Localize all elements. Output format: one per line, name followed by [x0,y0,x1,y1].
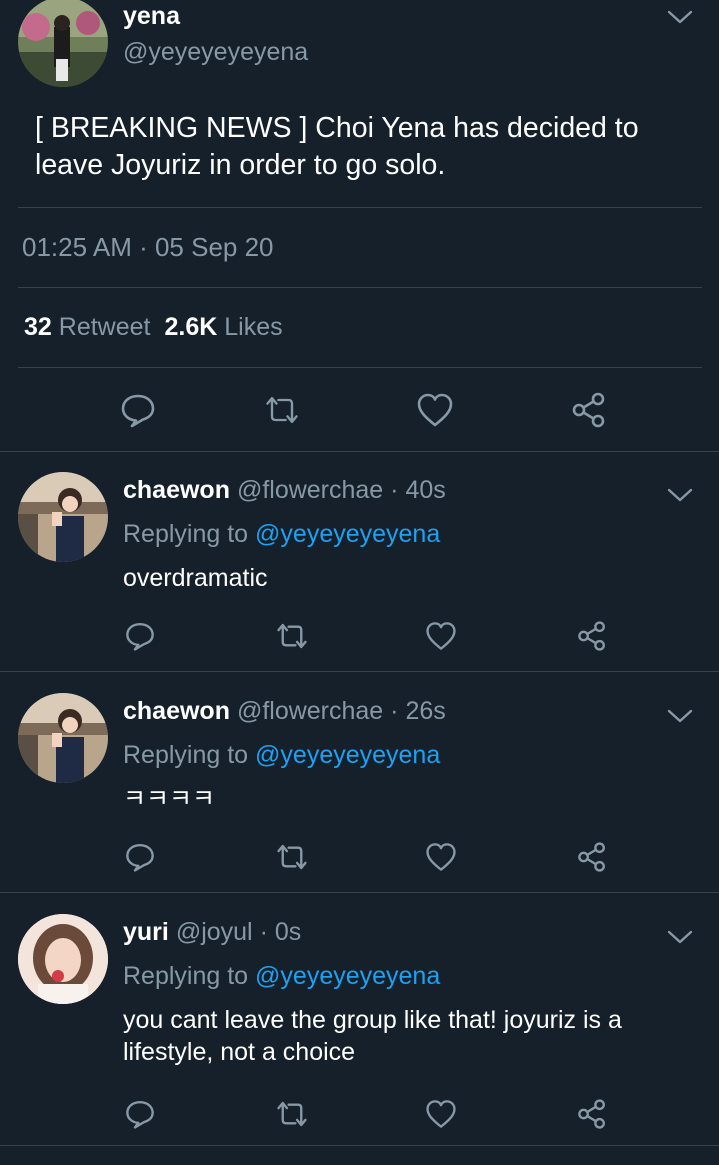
author-name[interactable]: chaewon [123,697,230,725]
replying-to-link[interactable]: @yeyeyeyeyena [255,741,440,769]
author-name[interactable]: chaewon [123,476,230,504]
retweet-label: Retweet [58,313,151,341]
share-icon[interactable] [572,616,612,656]
retweet-icon[interactable] [272,616,312,656]
share-icon[interactable] [572,837,612,877]
replying-to-link[interactable]: @yeyeyeyeyena [255,962,440,990]
chevron-down-icon[interactable] [666,486,694,504]
heart-icon[interactable] [421,837,461,877]
retweet-count: 32 [24,313,52,341]
reply-header: chaewon @flowerchae · 26s [123,697,446,726]
author-handle[interactable]: @flowerchae [237,697,383,725]
author-name[interactable]: yena [123,2,180,31]
retweet-icon[interactable] [262,390,302,430]
reply-tweet[interactable]: yuri @joyul · 0s Replying to @yeyeyeyeye… [0,894,719,1146]
avatar[interactable] [18,0,108,87]
tweet-text: [ BREAKING NEWS ] Choi Yena has decided … [35,112,639,181]
main-tweet: yena @yeyeyeyeyena [ BREAKING NEWS ] Cho… [0,0,719,452]
reply-tweet[interactable]: chaewon @flowerchae · 26s Replying to @y… [0,673,719,893]
heart-icon[interactable] [421,616,461,656]
replying-prefix: Replying to [123,520,249,548]
retweet-stat[interactable]: 32 Retweet [24,313,150,341]
avatar[interactable] [18,914,108,1004]
chevron-down-icon[interactable] [666,8,694,26]
author-handle[interactable]: @joyul [176,918,253,946]
replying-to: Replying to @yeyeyeyeyena [123,741,440,770]
like-count: 2.6K [164,313,218,341]
reply-header: chaewon @flowerchae · 40s [123,476,446,505]
replying-prefix: Replying to [123,741,249,769]
chevron-down-icon[interactable] [666,707,694,725]
reply-tweet[interactable]: chaewon @flowerchae · 40s Replying to @y… [0,452,719,672]
reply-actions [0,616,719,656]
author-handle[interactable]: @flowerchae [237,476,383,504]
avatar[interactable] [18,693,108,783]
like-stat[interactable]: 2.6K Likes [164,313,282,341]
reply-icon[interactable] [120,837,160,877]
reply-time: · 26s [390,697,446,725]
retweet-icon[interactable] [272,1094,312,1134]
reply-time: · 40s [390,476,446,504]
reply-text: ㅋㅋㅋㅋ [123,785,216,813]
reply-header: yuri @joyul · 0s [123,918,301,947]
heart-icon[interactable] [421,1094,461,1134]
replying-to: Replying to @yeyeyeyeyena [123,520,440,549]
retweet-icon[interactable] [272,837,312,877]
divider [18,287,702,288]
reply-actions [0,837,719,877]
tweet-stats: 32 Retweet 2.6K Likes [24,313,283,342]
avatar[interactable] [18,472,108,562]
reply-actions [0,1094,719,1134]
share-icon[interactable] [569,390,609,430]
replying-prefix: Replying to [123,962,249,990]
divider [18,207,702,208]
author-name[interactable]: yuri [123,918,169,946]
chevron-down-icon[interactable] [666,928,694,946]
author-handle[interactable]: @yeyeyeyeyena [123,38,308,67]
reply-text: you cant leave the group like that! joyu… [123,1006,622,1066]
divider [18,367,702,368]
reply-text: overdramatic [123,564,268,592]
tweet-timestamp: 01:25 AM · 05 Sep 20 [22,232,274,262]
reply-icon[interactable] [120,1094,160,1134]
heart-icon[interactable] [415,390,455,430]
replying-to-link[interactable]: @yeyeyeyeyena [255,520,440,548]
reply-icon[interactable] [120,616,160,656]
tweet-detail-screen: yena @yeyeyeyeyena [ BREAKING NEWS ] Cho… [0,0,719,1165]
share-icon[interactable] [572,1094,612,1134]
tweet-actions [0,388,719,432]
reply-icon[interactable] [118,390,158,430]
replying-to: Replying to @yeyeyeyeyena [123,962,440,991]
like-label: Likes [224,313,283,341]
reply-time: · 0s [259,918,302,946]
